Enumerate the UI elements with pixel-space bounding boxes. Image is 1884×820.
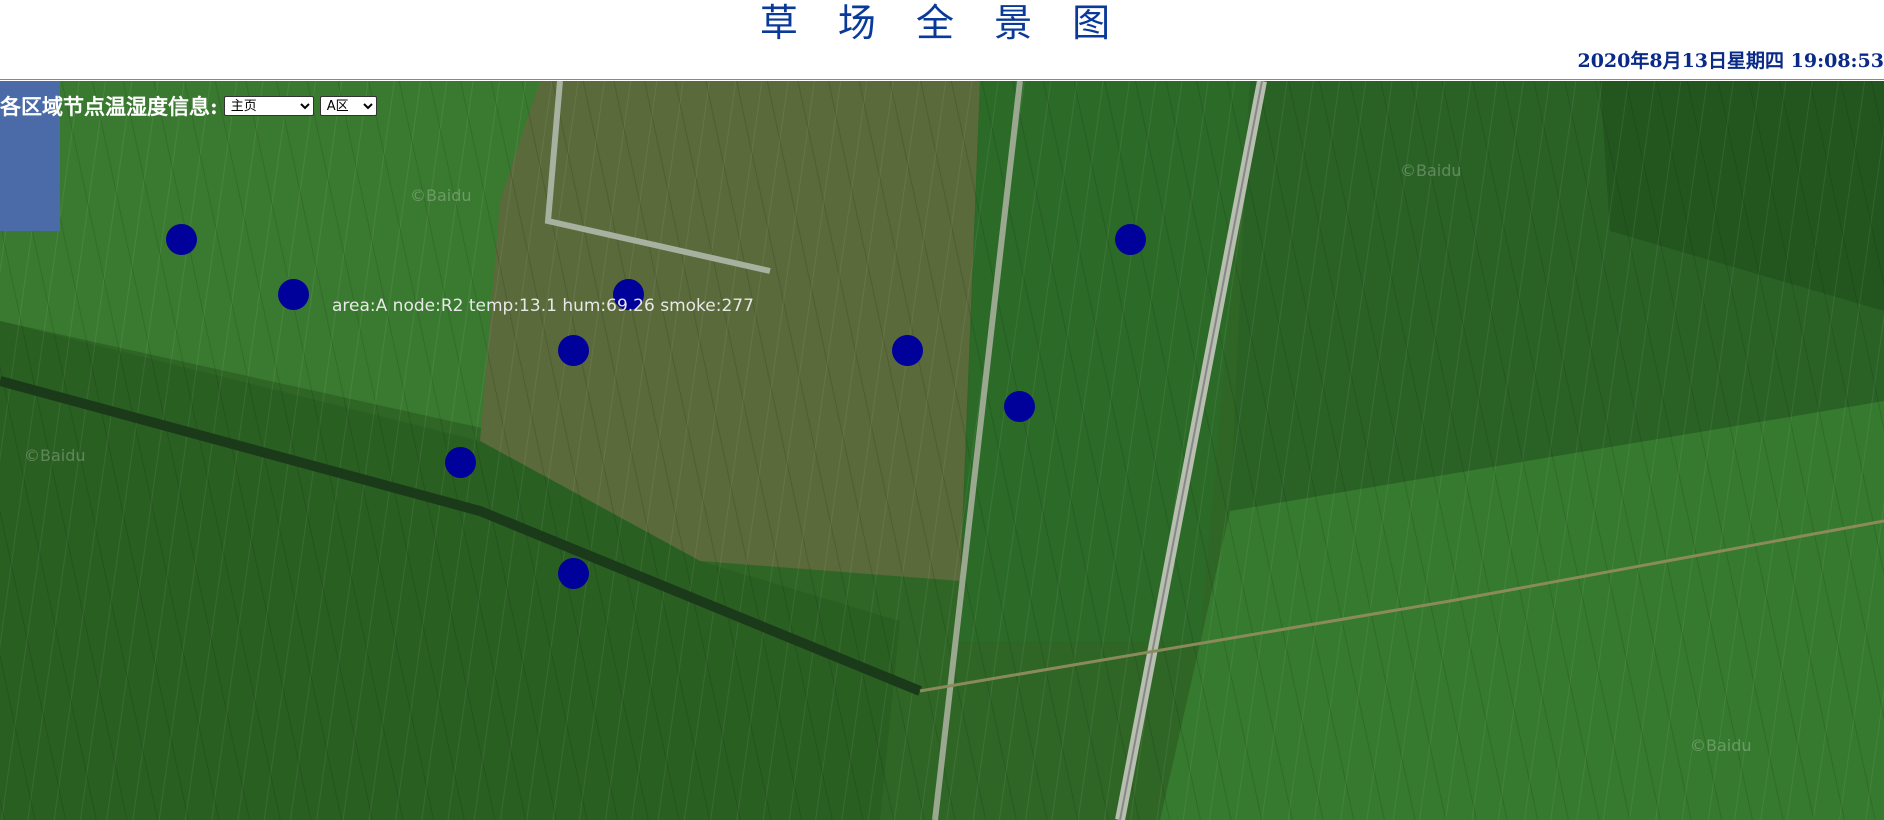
svg-text:©Baidu: ©Baidu xyxy=(410,186,472,205)
satellite-map-image: ©Baidu ©Baidu ©Baidu ©Baidu xyxy=(0,81,1884,820)
svg-text:©Baidu: ©Baidu xyxy=(1690,736,1752,755)
area-info-label: 各区域节点温湿度信息: xyxy=(0,94,218,119)
svg-text:©Baidu: ©Baidu xyxy=(1400,161,1462,180)
header-divider xyxy=(0,79,1884,80)
sensor-node-4[interactable] xyxy=(558,335,589,366)
sensor-node-6[interactable] xyxy=(1115,224,1146,255)
datetime-display: 2020年8月13日星期四 19:08:53 xyxy=(1577,50,1884,72)
node-tooltip: area:A node:R2 temp:13.1 hum:69.26 smoke… xyxy=(332,296,754,316)
sensor-node-1[interactable] xyxy=(166,224,197,255)
svg-text:©Baidu: ©Baidu xyxy=(24,446,86,465)
sensor-node-8[interactable] xyxy=(445,447,476,478)
sensor-node-9[interactable] xyxy=(558,558,589,589)
area-info-controls: 各区域节点温湿度信息: 主页 A区 xyxy=(0,91,377,121)
sensor-node-2[interactable] xyxy=(278,279,309,310)
area-select[interactable]: A区 xyxy=(319,96,377,116)
sensor-node-5[interactable] xyxy=(892,335,923,366)
page-title: 草 场 全 景 图 xyxy=(759,1,1125,45)
satellite-map[interactable]: ©Baidu ©Baidu ©Baidu ©Baidu xyxy=(0,81,1884,820)
sensor-node-7[interactable] xyxy=(1004,391,1035,422)
page-select[interactable]: 主页 xyxy=(223,96,314,116)
page-header: 草 场 全 景 图 2020年8月13日星期四 19:08:53 xyxy=(0,0,1884,80)
